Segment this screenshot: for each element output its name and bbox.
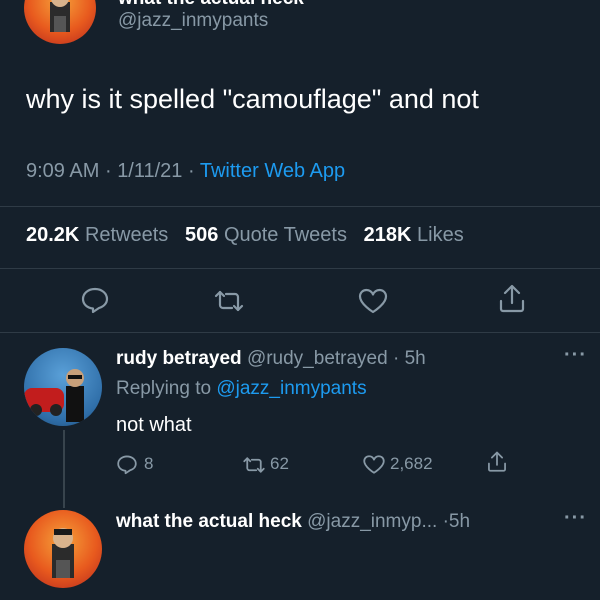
retweet-icon[interactable] — [213, 288, 245, 314]
replying-to-label: Replying to — [116, 378, 212, 399]
retweets-stat[interactable]: 20.2K Retweets — [26, 224, 174, 246]
tweet-source[interactable]: Twitter Web App — [200, 160, 345, 182]
retweets-count: 20.2K — [26, 224, 80, 246]
like-icon[interactable] — [357, 287, 389, 315]
more-options-icon[interactable]: ··· — [564, 507, 587, 530]
separator-dot: · — [104, 160, 112, 182]
next-tweet-age[interactable]: 5h — [449, 511, 470, 532]
share-icon[interactable] — [497, 283, 527, 315]
reply-count: 8 — [144, 454, 154, 473]
next-tweet-display-name[interactable]: what the actual heck — [116, 511, 302, 532]
replying-to: Replying to @jazz_inmypants — [116, 378, 367, 400]
likes-label: Likes — [417, 224, 464, 246]
like-icon — [362, 454, 386, 475]
reply-age[interactable]: 5h — [405, 348, 426, 369]
retweet-count: 62 — [270, 454, 289, 473]
retweet-icon — [242, 455, 266, 475]
main-tweet-display-name[interactable]: what the actual heck — [118, 0, 304, 10]
divider — [0, 206, 600, 207]
like-count: 2,682 — [390, 454, 433, 473]
separator-dot: · — [387, 348, 405, 369]
separator-dot: · — [188, 160, 195, 182]
reply-header: rudy betrayed @rudy_betrayed · 5h — [116, 348, 426, 370]
main-tweet-text: why is it spelled "camouflage" and not — [26, 84, 479, 114]
replying-to-handle[interactable]: @jazz_inmypants — [216, 378, 366, 399]
likes-stat[interactable]: 218K Likes — [364, 224, 464, 246]
next-tweet-avatar[interactable] — [24, 510, 102, 588]
next-tweet-handle[interactable]: @jazz_inmyp... — [307, 511, 437, 532]
reply-avatar[interactable] — [24, 348, 102, 426]
main-tweet-handle[interactable]: @jazz_inmypants — [118, 10, 268, 32]
tweet-time[interactable]: 9:09 AM — [26, 160, 99, 182]
reply-icon — [116, 454, 138, 475]
reply-display-name[interactable]: rudy betrayed — [116, 348, 242, 369]
quotes-label: Quote Tweets — [223, 224, 347, 246]
tweet-date[interactable]: 1/11/21 — [117, 160, 182, 182]
divider — [0, 332, 600, 333]
share-icon[interactable] — [486, 450, 508, 474]
next-tweet-header: what the actual heck @jazz_inmyp... ·5h — [116, 511, 470, 533]
reply-icon[interactable] — [80, 286, 110, 314]
likes-count: 218K — [363, 224, 412, 246]
tweet-stats: 20.2K Retweets 506 Quote Tweets 218K Lik… — [26, 224, 464, 247]
tweet-timestamp: 9:09 AM · 1/11/21 · Twitter Web App — [26, 160, 345, 183]
main-tweet-avatar[interactable] — [24, 0, 96, 44]
divider — [0, 268, 600, 269]
reply-text: not what — [116, 414, 192, 436]
quotes-count: 506 — [185, 224, 219, 246]
thread-line — [63, 430, 65, 508]
reply-handle[interactable]: @rudy_betrayed — [247, 348, 388, 369]
more-options-icon[interactable]: ··· — [564, 344, 587, 367]
retweets-label: Retweets — [84, 224, 169, 246]
quotes-stat[interactable]: 506 Quote Tweets — [185, 224, 353, 246]
